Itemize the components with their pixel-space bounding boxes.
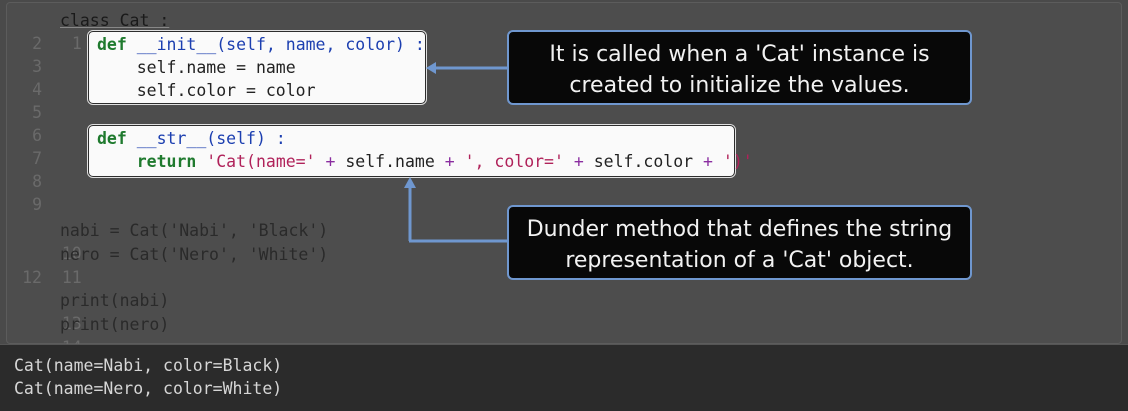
line-number: 1: [71, 34, 82, 53]
init-name-assign: self.name = name: [97, 58, 296, 77]
str-return-line: return 'Cat(name=' + self.name + ', colo…: [97, 150, 753, 173]
line-number: 8: [32, 172, 42, 191]
line-number: 12: [22, 268, 42, 287]
plus-operator: +: [693, 152, 713, 171]
def-keyword: def: [97, 129, 127, 148]
line-number: 11: [61, 268, 82, 287]
code-line-10[interactable]: 10 nabi = Cat('Nabi', 'Black'): [0, 219, 328, 263]
code-line-4[interactable]: 4: [0, 78, 42, 101]
code-text: nero = Cat('Nero', 'White'): [60, 245, 329, 264]
plus-operator: +: [563, 152, 584, 171]
output-line: Cat(name=Nero, color=White): [14, 379, 283, 398]
callout-text-line: representation of a 'Cat' object.: [565, 248, 914, 273]
callout-text-line: It is called when a 'Cat' instance is: [549, 42, 930, 67]
string-literal: 'Cat(name=': [196, 152, 316, 171]
plus-operator: +: [434, 152, 455, 171]
str-signature: __str__(self) :: [126, 129, 286, 148]
code-line-12[interactable]: 12: [0, 266, 42, 289]
self-name-ref: self.name: [335, 152, 435, 171]
code-line-2[interactable]: 2: [0, 32, 42, 55]
code-line-14[interactable]: 14 print(nero): [0, 313, 169, 357]
code-text: print(nero): [60, 315, 170, 334]
output-line: Cat(name=Nabi, color=Black): [14, 356, 283, 375]
plus-operator: +: [315, 152, 336, 171]
string-literal: ')': [712, 152, 753, 171]
code-line-5[interactable]: 5: [0, 101, 42, 124]
line-number: 5: [32, 103, 42, 122]
callout-text-line: Dunder method that defines the string: [526, 217, 953, 242]
init-callout: It is called when a 'Cat' instance is cr…: [507, 30, 972, 105]
def-keyword: def: [97, 35, 127, 54]
code-text: class Cat :: [60, 11, 170, 30]
code-line-1[interactable]: 1 class Cat :: [0, 9, 169, 53]
code-line-3[interactable]: 3: [0, 55, 42, 78]
str-method-highlight: def __str__(self) : return 'Cat(name=' +…: [88, 125, 753, 177]
return-keyword: return: [97, 152, 197, 171]
init-signature: __init__(self, name, color) :: [126, 35, 425, 54]
code-line-11[interactable]: 11 nero = Cat('Nero', 'White'): [0, 243, 328, 287]
line-number: 6: [32, 126, 42, 145]
line-number: 3: [32, 57, 42, 76]
code-text: print(nabi): [60, 291, 170, 310]
output-panel[interactable]: Cat(name=Nabi, color=Black) Cat(name=Ner…: [0, 344, 1128, 411]
string-literal: ', color=': [454, 152, 564, 171]
code-line-13[interactable]: 13 print(nabi): [0, 289, 169, 333]
code-editor[interactable]: 1 class Cat : 2 3 4 5 6 7 8 9 10 nabi = …: [0, 0, 1128, 357]
code-line-8[interactable]: 8: [0, 170, 42, 193]
code-line-7[interactable]: 7: [0, 147, 42, 170]
code-line-6[interactable]: 6: [0, 124, 42, 147]
init-color-assign: self.color = color: [97, 81, 316, 100]
init-method-highlight: def __init__(self, name, color) : self.n…: [88, 31, 426, 104]
str-callout: Dunder method that defines the string re…: [507, 205, 972, 280]
str-def-line: def __str__(self) :: [97, 127, 286, 150]
init-arrow-icon: [426, 62, 508, 74]
code-line-9[interactable]: 9: [0, 193, 42, 216]
line-number: 7: [32, 149, 42, 168]
callout-text-line: created to initialize the values.: [569, 73, 910, 98]
self-color-ref: self.color: [583, 152, 694, 171]
str-arrow-icon: [404, 177, 510, 243]
init-def-line: def __init__(self, name, color) :: [97, 33, 425, 56]
code-text: nabi = Cat('Nabi', 'Black'): [60, 221, 329, 240]
line-number: 9: [32, 195, 42, 214]
line-number: 2: [32, 34, 42, 53]
line-number: 4: [32, 80, 42, 99]
